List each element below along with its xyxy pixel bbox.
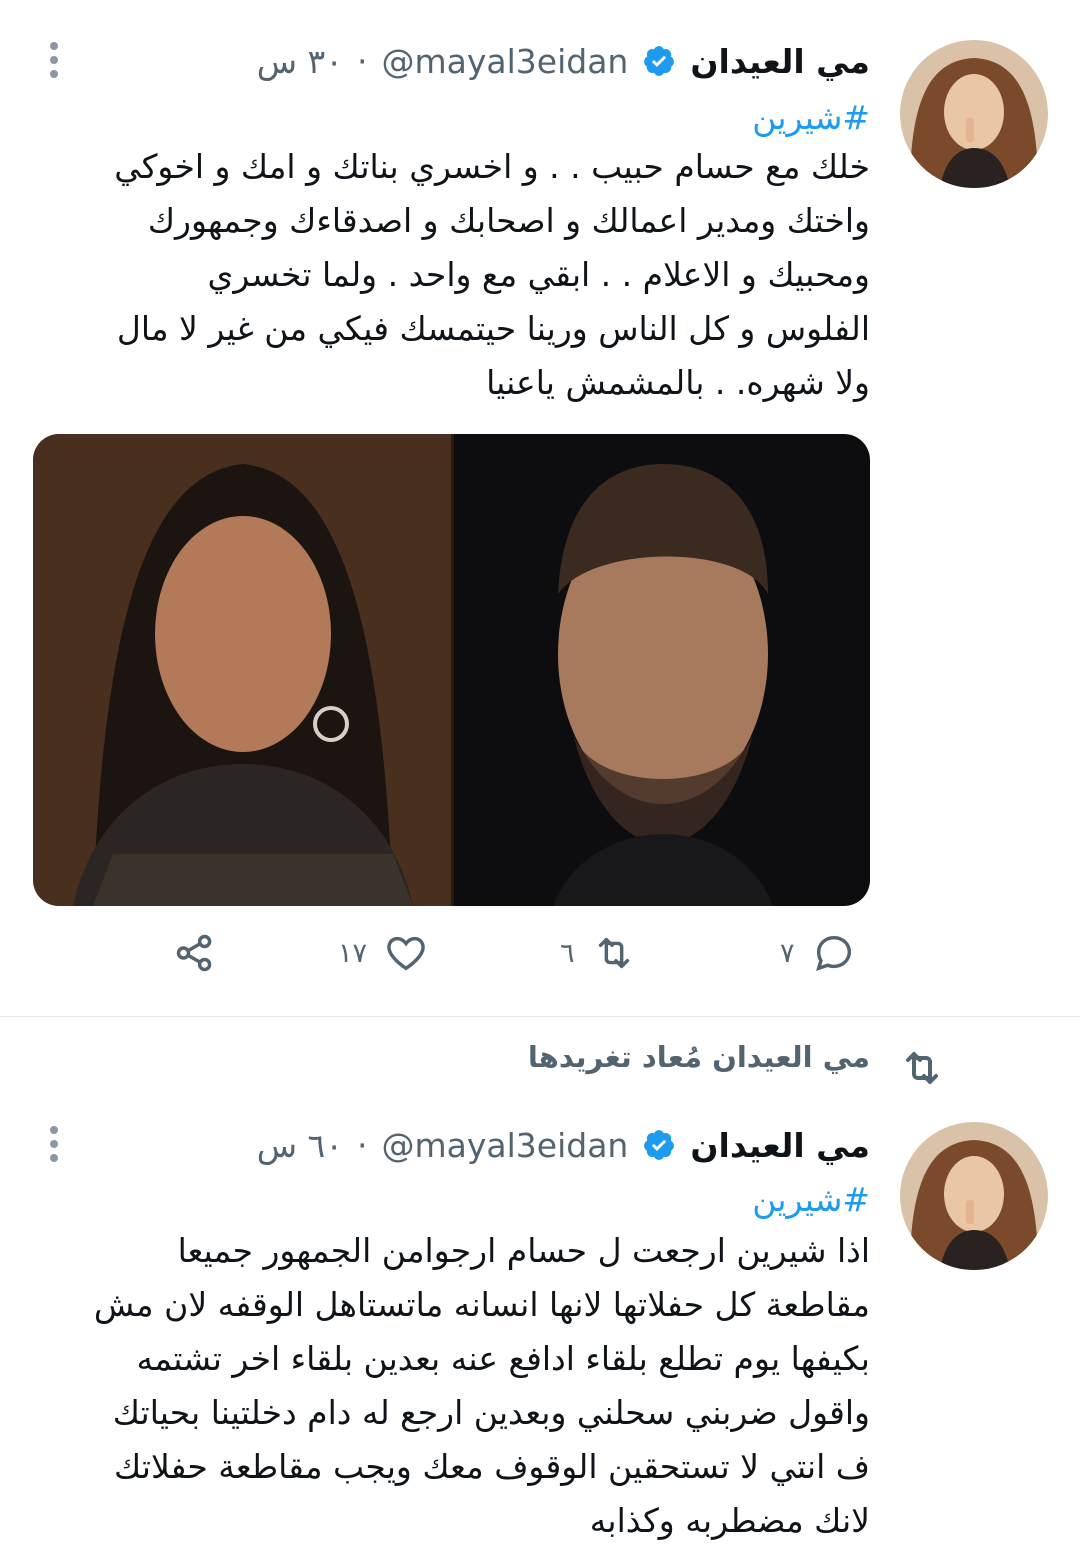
share-button[interactable] xyxy=(172,930,218,976)
reply-icon xyxy=(815,935,851,972)
like-icon xyxy=(387,936,425,971)
tweet-header: مي العيدان @mayal3eidan · ٣٠ س xyxy=(257,36,870,86)
divider xyxy=(0,1016,1080,1017)
hashtag-link[interactable]: #شيرين xyxy=(752,1180,870,1219)
author-name[interactable]: مي العيدان xyxy=(690,1126,870,1165)
author-name[interactable]: مي العيدان xyxy=(690,42,870,81)
tweet-time[interactable]: ٣٠ س xyxy=(257,42,343,81)
reply-button[interactable]: ٧ xyxy=(780,930,857,976)
tweet-2[interactable]: مي العيدان @mayal3eidan · ٦٠ س #شيرين اذ… xyxy=(0,1100,1080,1567)
verified-badge-icon xyxy=(644,1130,675,1160)
tweet-1[interactable]: مي العيدان @mayal3eidan · ٣٠ س #شيرين خل… xyxy=(0,0,1080,1010)
tweet-time[interactable]: ٦٠ س xyxy=(257,1126,343,1165)
tweet-header: مي العيدان @mayal3eidan · ٦٠ س xyxy=(257,1120,870,1170)
tweet-text: اذا شيرين ارجعت ل حسام ارجوامن الجمهور ج… xyxy=(93,1231,870,1540)
tweet-actions: ٧ ٦ ١٧ xyxy=(0,930,1080,990)
separator-dot: · xyxy=(357,41,368,81)
like-button[interactable]: ١٧ xyxy=(338,930,429,976)
reply-count: ٧ xyxy=(780,937,795,969)
tweet-text: خلك مع حسام حبيب . . و اخسري بناتك و امك… xyxy=(114,147,870,402)
avatar[interactable] xyxy=(900,1122,1048,1270)
retweet-context-label[interactable]: مي العيدان مُعاد تغريدها xyxy=(528,1040,870,1074)
hashtag-link[interactable]: #شيرين xyxy=(752,98,870,137)
retweet-button[interactable]: ٦ xyxy=(560,930,637,976)
author-handle[interactable]: @mayal3eidan xyxy=(382,1126,629,1165)
verified-badge-icon xyxy=(644,46,675,76)
like-count: ١٧ xyxy=(338,937,368,969)
share-icon xyxy=(176,934,212,972)
tweet-media-image[interactable] xyxy=(33,434,870,906)
separator-dot: · xyxy=(357,1125,368,1165)
author-handle[interactable]: @mayal3eidan xyxy=(382,42,629,81)
more-options-icon[interactable] xyxy=(44,1124,64,1164)
avatar[interactable] xyxy=(900,40,1048,188)
retweet-count: ٦ xyxy=(560,937,575,969)
more-options-icon[interactable] xyxy=(44,40,64,80)
retweet-context-icon xyxy=(906,1052,938,1084)
retweet-icon xyxy=(598,937,629,969)
